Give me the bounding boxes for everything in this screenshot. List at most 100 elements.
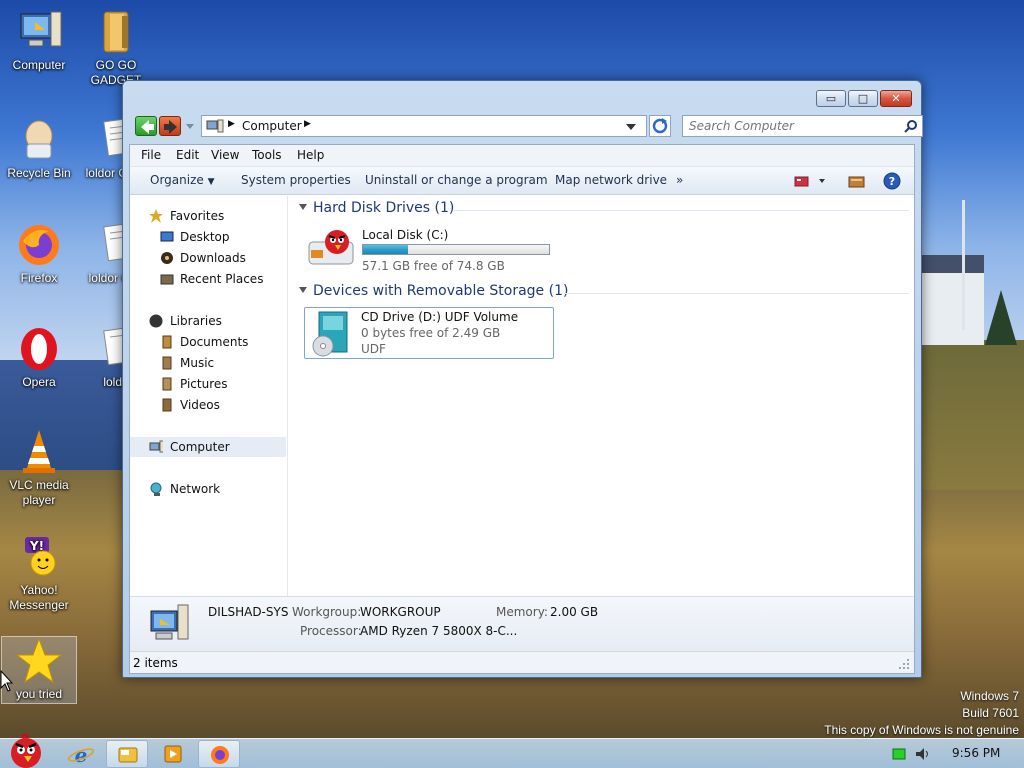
nav-favorites[interactable]: Favorites bbox=[130, 206, 286, 226]
breadcrumb-computer[interactable]: Computer bbox=[242, 119, 302, 133]
desktop-icon-gadget[interactable]: GO GO GADGET bbox=[78, 8, 154, 88]
drive-d-free-space: 0 bytes free of 2.49 GB bbox=[361, 326, 501, 340]
organize-button[interactable]: Organize ▼ bbox=[150, 173, 215, 187]
preview-pane-icon[interactable] bbox=[848, 175, 866, 189]
back-button[interactable] bbox=[135, 116, 157, 136]
navigation-pane: Favorites Desktop Downloads Recent Place… bbox=[130, 196, 288, 596]
documents-icon bbox=[162, 335, 172, 349]
minimize-button[interactable]: ▭ bbox=[816, 90, 846, 107]
desktop-icon-label: Computer bbox=[12, 58, 66, 72]
menu-bar: File Edit View Tools Help bbox=[130, 145, 914, 167]
taskbar-firefox[interactable] bbox=[198, 740, 240, 768]
nav-recent-places[interactable]: Recent Places bbox=[130, 269, 286, 289]
desktop-icon-computer[interactable]: Computer bbox=[1, 8, 77, 73]
desktop-icon-label: Firefox bbox=[20, 271, 58, 285]
desktop-icon-label: Yahoo! Messenger bbox=[9, 583, 69, 612]
volume-speaker-icon[interactable] bbox=[914, 746, 930, 762]
group-hard-disk-drives[interactable]: Hard Disk Drives (1) bbox=[299, 200, 909, 216]
more-commands-button[interactable]: » bbox=[676, 173, 683, 187]
main-pane: Hard Disk Drives (1) Local Disk (C:) 57.… bbox=[289, 196, 914, 596]
menu-file[interactable]: File bbox=[141, 148, 161, 162]
star-icon bbox=[15, 637, 63, 685]
watermark-genuine-notice: This copy of Windows is not genuine bbox=[824, 723, 1019, 737]
desktop-icon-label: Opera bbox=[22, 375, 56, 389]
taskbar-windows-explorer[interactable] bbox=[106, 740, 148, 768]
nav-desktop[interactable]: Desktop bbox=[130, 227, 286, 247]
item-count: 2 items bbox=[133, 656, 178, 670]
start-button-angry-bird-icon[interactable] bbox=[4, 731, 50, 768]
address-dropdown-icon[interactable] bbox=[626, 123, 636, 131]
group-hdd-label: Hard Disk Drives (1) bbox=[313, 200, 455, 216]
system-properties-button[interactable]: System properties bbox=[241, 173, 351, 187]
nav-videos[interactable]: Videos bbox=[130, 395, 286, 415]
refresh-button[interactable] bbox=[649, 115, 671, 137]
nav-libraries[interactable]: Libraries bbox=[130, 311, 286, 331]
breadcrumb-separator-icon[interactable]: ▶ bbox=[228, 119, 235, 129]
vlc-cone-icon bbox=[15, 428, 63, 476]
drive-d-filesystem: UDF bbox=[361, 342, 386, 356]
desktop-icon-label: Recycle Bin bbox=[7, 166, 71, 180]
nav-network[interactable]: Network bbox=[130, 479, 286, 499]
desktop-icon-label: VLC media player bbox=[9, 478, 69, 507]
nav-music[interactable]: Music bbox=[130, 353, 286, 373]
map-network-drive-button[interactable]: Map network drive bbox=[555, 173, 667, 187]
resize-grip-icon[interactable] bbox=[898, 658, 910, 670]
recent-pages-dropdown-icon[interactable] bbox=[186, 122, 194, 130]
nav-pictures[interactable]: Pictures bbox=[130, 374, 286, 394]
address-bar[interactable]: ▶ Computer ▶ bbox=[201, 115, 647, 137]
explorer-window[interactable]: ▭ □ ✕ ▶ Computer ▶ File Edit View bbox=[122, 80, 923, 678]
breadcrumb-chevron-icon[interactable]: ▶ bbox=[304, 119, 311, 129]
desktop-folder-icon bbox=[160, 231, 174, 242]
firefox-icon bbox=[211, 746, 229, 764]
menu-help[interactable]: Help bbox=[297, 148, 324, 162]
change-view-icon[interactable] bbox=[794, 175, 826, 189]
desktop-icon-recycle-bin[interactable]: Recycle Bin bbox=[1, 116, 77, 181]
nav-computer[interactable]: Computer bbox=[130, 437, 286, 457]
media-player-icon bbox=[164, 745, 182, 763]
desktop-icon-vlc[interactable]: VLC media player bbox=[1, 428, 77, 508]
taskbar-media-player[interactable] bbox=[152, 740, 194, 768]
menu-view[interactable]: View bbox=[211, 148, 239, 162]
taskbar-clock[interactable]: 9:56 PM bbox=[952, 746, 1000, 760]
forward-arrow-icon bbox=[164, 120, 177, 134]
minimize-icon: ▭ bbox=[825, 92, 837, 105]
maximize-button[interactable]: □ bbox=[848, 90, 878, 107]
drive-local-c[interactable]: Local Disk (C:) 57.1 GB free of 74.8 GB bbox=[307, 226, 557, 273]
desktop-icon-opera[interactable]: Opera bbox=[1, 325, 77, 390]
menu-tools[interactable]: Tools bbox=[252, 148, 282, 162]
navigation-row: ▶ Computer ▶ bbox=[133, 114, 923, 138]
drive-cd-d[interactable]: CD Drive (D:) UDF Volume 0 bytes free of… bbox=[304, 307, 554, 359]
videos-icon bbox=[162, 398, 172, 412]
pictures-icon bbox=[162, 377, 172, 391]
processor-value: AMD Ryzen 7 5800X 8-C... bbox=[360, 624, 518, 638]
menu-edit[interactable]: Edit bbox=[176, 148, 199, 162]
svg-text:e: e bbox=[75, 743, 88, 767]
search-icon[interactable] bbox=[904, 119, 918, 133]
close-icon: ✕ bbox=[891, 92, 901, 105]
network-status-icon[interactable] bbox=[892, 748, 906, 760]
close-button[interactable]: ✕ bbox=[880, 90, 912, 107]
cd-drive-icon bbox=[312, 311, 348, 357]
desktop-icon-firefox[interactable]: Firefox bbox=[1, 221, 77, 286]
desktop-icon-yahoo-messenger[interactable]: Y! Yahoo! Messenger bbox=[1, 533, 77, 613]
nav-pictures-label: Pictures bbox=[180, 377, 228, 391]
nav-downloads[interactable]: Downloads bbox=[130, 248, 286, 268]
search-box[interactable] bbox=[682, 115, 923, 137]
group-removable-label: Devices with Removable Storage (1) bbox=[313, 283, 569, 299]
desktop-icon-label: you tried bbox=[15, 687, 63, 701]
windows-explorer-folder-icon bbox=[118, 747, 138, 763]
group-removable-storage[interactable]: Devices with Removable Storage (1) bbox=[299, 283, 909, 299]
uninstall-program-button[interactable]: Uninstall or change a program bbox=[365, 173, 548, 187]
taskbar-internet-explorer[interactable]: e bbox=[60, 740, 102, 768]
search-input[interactable] bbox=[689, 117, 899, 135]
recent-places-icon bbox=[160, 274, 174, 285]
collapse-triangle-icon bbox=[299, 287, 307, 293]
help-icon[interactable]: ? bbox=[883, 172, 901, 190]
maximize-icon: □ bbox=[857, 92, 869, 105]
wallpaper-house bbox=[922, 255, 984, 345]
firefox-icon bbox=[15, 221, 63, 269]
organize-label: Organize bbox=[150, 173, 204, 187]
forward-button[interactable] bbox=[159, 116, 181, 136]
wallpaper-tree bbox=[985, 290, 1017, 345]
nav-documents[interactable]: Documents bbox=[130, 332, 286, 352]
